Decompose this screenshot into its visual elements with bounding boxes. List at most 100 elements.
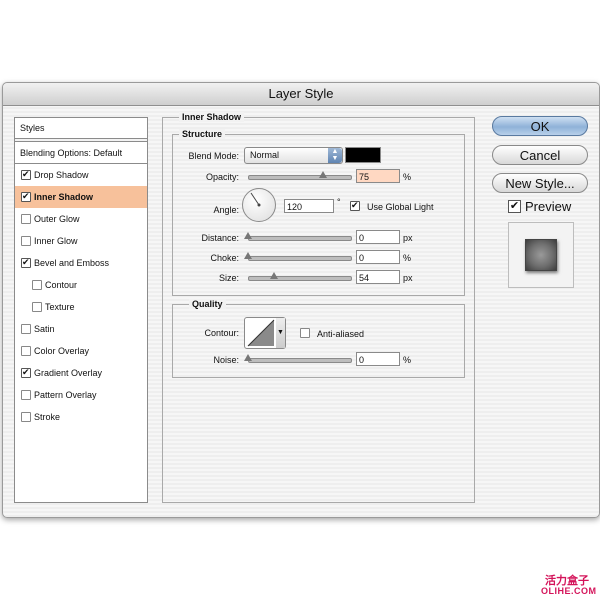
choke-slider-thumb[interactable]: [244, 252, 252, 259]
list-item-label: Color Overlay: [34, 346, 90, 356]
structure-group: Structure Blend Mode: Normal ▲ ▼ Opacity:…: [172, 129, 465, 296]
opacity-label: Opacity:: [205, 172, 239, 182]
list-item-texture[interactable]: Texture: [15, 296, 147, 318]
size-label: Size:: [218, 273, 239, 283]
style-checkbox[interactable]: [21, 368, 31, 378]
distance-value: 0: [359, 233, 365, 243]
dialog-title: Layer Style: [3, 83, 599, 106]
blend-mode-select[interactable]: Normal ▲ ▼: [244, 147, 343, 164]
style-checkbox[interactable]: [21, 214, 31, 224]
list-item-label: Bevel and Emboss: [34, 258, 110, 268]
noise-unit: %: [403, 355, 412, 365]
style-checkbox[interactable]: [21, 412, 31, 422]
choke-input[interactable]: 0: [356, 250, 400, 264]
choke-slider[interactable]: [248, 256, 352, 261]
list-item-label: Texture: [45, 302, 75, 312]
distance-slider[interactable]: [248, 236, 352, 241]
list-item-gradient-overlay[interactable]: Gradient Overlay: [15, 362, 147, 384]
size-input[interactable]: 54: [356, 270, 400, 284]
style-checkbox[interactable]: [32, 302, 42, 312]
list-item-contour[interactable]: Contour: [15, 274, 147, 296]
size-slider-thumb[interactable]: [270, 272, 278, 279]
quality-group: Quality Contour: ▼ Anti-aliased Noise: 0…: [172, 299, 465, 378]
list-item-outer-glow[interactable]: Outer Glow: [15, 208, 147, 230]
opacity-unit: %: [403, 172, 412, 182]
shadow-color-swatch[interactable]: [345, 147, 381, 163]
list-item-label: Stroke: [34, 412, 61, 422]
list-item-label: Drop Shadow: [34, 170, 89, 180]
list-item-label: Pattern Overlay: [34, 390, 97, 400]
list-item-satin[interactable]: Satin: [15, 318, 147, 340]
style-checkbox[interactable]: [32, 280, 42, 290]
anti-aliased-checkbox[interactable]: [300, 328, 310, 338]
list-item-stroke[interactable]: Stroke: [15, 406, 147, 428]
choke-label: Choke:: [210, 253, 239, 263]
list-item-label: Contour: [45, 280, 78, 290]
list-item-styles[interactable]: Styles: [15, 118, 147, 139]
list-item-pattern-overlay[interactable]: Pattern Overlay: [15, 384, 147, 406]
inner-shadow-heading: Inner Shadow: [179, 112, 245, 122]
structure-heading: Structure: [179, 129, 226, 139]
contour-label: Contour:: [204, 328, 239, 338]
style-checkbox[interactable]: [21, 258, 31, 268]
list-item-inner-shadow[interactable]: Inner Shadow: [15, 186, 147, 208]
list-item-label: Blending Options: Default: [20, 148, 123, 158]
watermark-en: OLIHE.COM: [541, 586, 597, 596]
use-global-light-label: Use Global Light: [367, 202, 434, 212]
contour-picker[interactable]: ▼: [244, 317, 286, 349]
choke-unit: %: [403, 253, 412, 263]
preview-checkbox[interactable]: ✔: [508, 200, 521, 213]
new-style-button[interactable]: New Style...: [492, 173, 588, 193]
ok-button[interactable]: OK: [492, 116, 588, 136]
size-slider[interactable]: [248, 276, 352, 281]
distance-slider-thumb[interactable]: [244, 232, 252, 239]
cancel-button[interactable]: Cancel: [492, 145, 588, 165]
layer-style-dialog: Layer Style Styles Blending Options: Def…: [2, 82, 600, 518]
list-item-label: Outer Glow: [34, 214, 80, 224]
list-item-bevel-and-emboss[interactable]: Bevel and Emboss: [15, 252, 147, 274]
noise-slider[interactable]: [248, 358, 352, 363]
angle-value: 120: [287, 202, 303, 212]
contour-preview-icon: [247, 319, 275, 347]
style-checkbox[interactable]: [21, 346, 31, 356]
angle-input[interactable]: 120: [284, 199, 334, 213]
style-checkbox[interactable]: [21, 236, 31, 246]
list-item-label: Styles: [20, 123, 45, 133]
blend-mode-label: Blend Mode:: [188, 151, 239, 161]
style-checkbox[interactable]: [21, 324, 31, 334]
distance-unit: px: [403, 233, 413, 243]
angle-dial[interactable]: [242, 188, 276, 222]
list-item-drop-shadow[interactable]: Drop Shadow: [15, 164, 147, 186]
list-item-label: Inner Glow: [34, 236, 78, 246]
list-item-color-overlay[interactable]: Color Overlay: [15, 340, 147, 362]
opacity-slider-thumb[interactable]: [319, 171, 327, 178]
opacity-slider[interactable]: [248, 175, 352, 180]
chevron-updown-icon: ▲ ▼: [328, 148, 342, 163]
angle-label: Angle:: [213, 205, 239, 215]
use-global-light-checkbox[interactable]: [350, 201, 360, 211]
quality-heading: Quality: [189, 299, 226, 309]
blend-mode-value: Normal: [250, 150, 280, 160]
list-item-label: Satin: [34, 324, 55, 334]
list-divider: [15, 139, 147, 142]
preview-label: Preview: [525, 199, 572, 214]
size-unit: px: [403, 273, 413, 283]
noise-label: Noise:: [213, 355, 239, 365]
styles-list: Styles Blending Options: Default Drop Sh…: [14, 117, 148, 503]
noise-input[interactable]: 0: [356, 352, 400, 366]
size-value: 54: [359, 273, 370, 283]
distance-input[interactable]: 0: [356, 230, 400, 244]
list-item-label: Gradient Overlay: [34, 368, 103, 378]
list-item-blending-options[interactable]: Blending Options: Default: [15, 143, 147, 164]
choke-value: 0: [359, 253, 365, 263]
opacity-value: 75: [359, 172, 370, 182]
noise-slider-thumb[interactable]: [244, 354, 252, 361]
style-checkbox[interactable]: [21, 170, 31, 180]
style-checkbox[interactable]: [21, 390, 31, 400]
distance-label: Distance:: [201, 233, 239, 243]
inner-shadow-group: Inner Shadow Structure Blend Mode: Norma…: [162, 112, 475, 503]
opacity-input[interactable]: 75: [356, 169, 400, 183]
list-item-inner-glow[interactable]: Inner Glow: [15, 230, 147, 252]
style-preview: [508, 222, 574, 288]
style-checkbox[interactable]: [21, 192, 31, 202]
